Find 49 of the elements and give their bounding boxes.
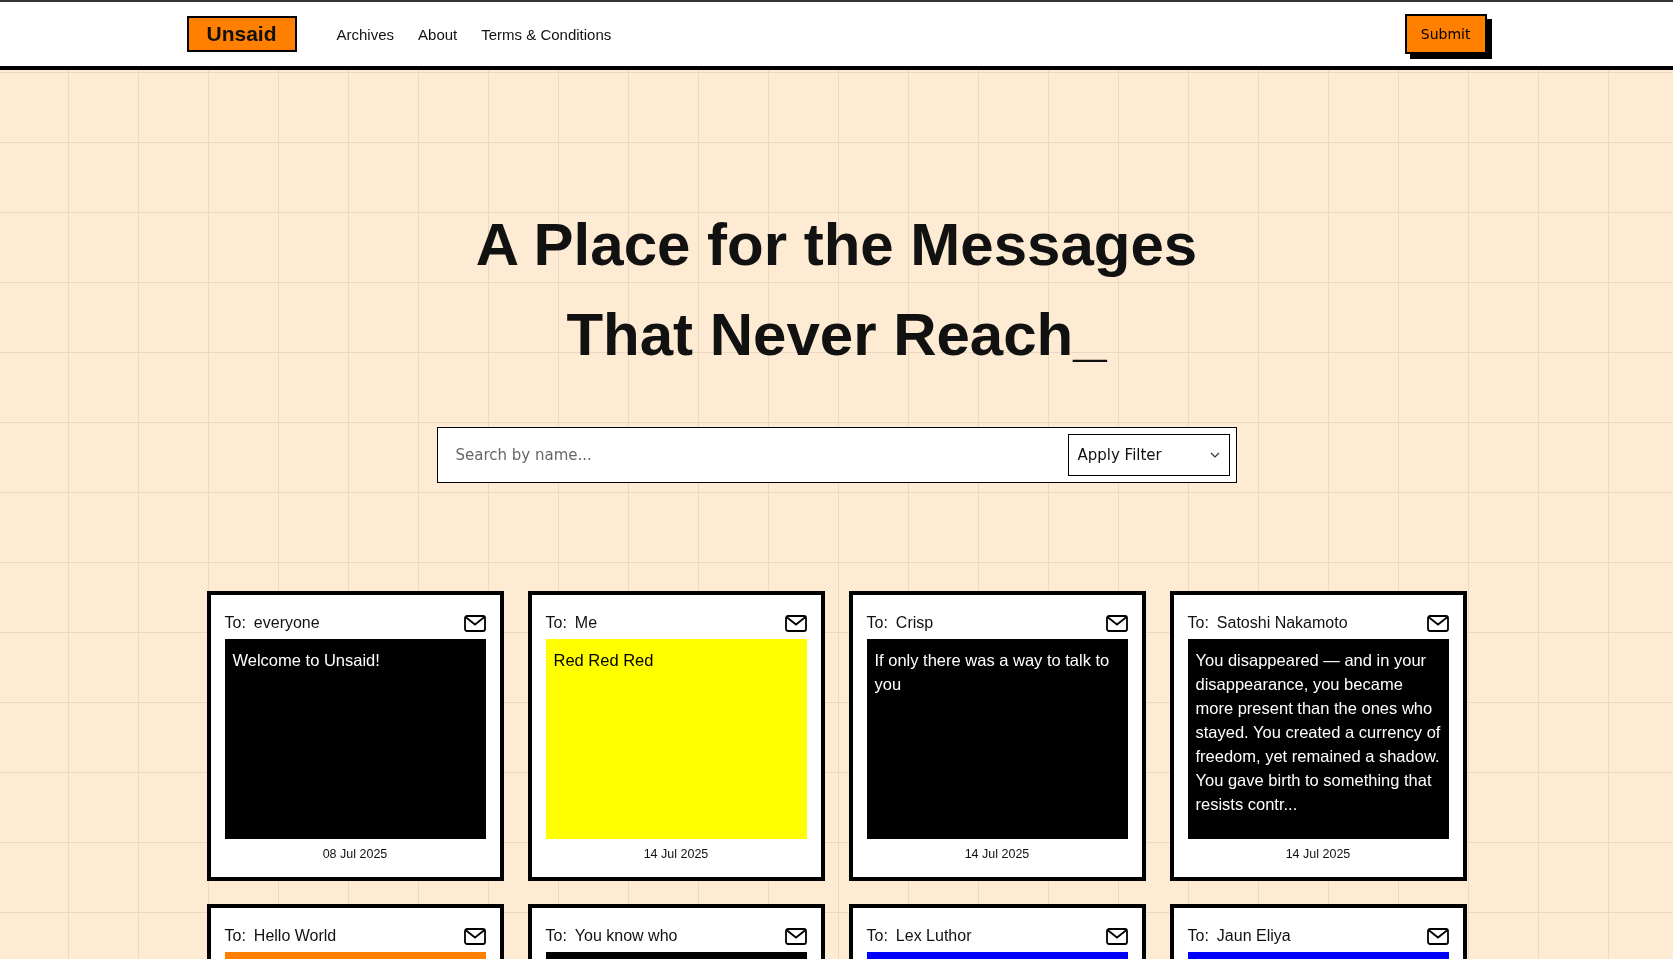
message-text: You disappeared — and in your disappearance, you became more present than the ones who stayed. You created a currency of freedom, yet remained a shadow. You gave birth to something that resists contr...: [1195, 651, 1441, 813]
message-card[interactable]: [1169, 591, 1467, 881]
to-label: To:: [1187, 927, 1209, 945]
message-date: 14 Jul 2025: [643, 847, 709, 861]
to-label: To:: [866, 614, 888, 632]
recipient-name: Crisp: [895, 614, 934, 632]
to-label: To:: [545, 614, 567, 632]
message-date: 08 Jul 2025: [322, 847, 388, 861]
to-label: To:: [224, 614, 246, 632]
message-card[interactable]: To: everyone Welcome to Unsaid! 08 Jul 2025: [206, 591, 504, 881]
envelope-icon: [1426, 927, 1449, 945]
recipient-name: Lex Luthor: [895, 927, 972, 945]
message-card[interactable]: To: Lex Luthor: [848, 904, 1146, 959]
message-date: 14 Jul 2025: [964, 847, 1030, 861]
message-card[interactable]: To: Crisp If only there was a way to talk to you 14 Jul 2025: [848, 591, 1146, 881]
message-card[interactable]: To: You know who: [527, 904, 825, 959]
recipient-name: Satoshi Nakamoto: [1216, 614, 1348, 632]
nav-link[interactable]: Archives: [336, 25, 395, 43]
envelope-icon: [1426, 614, 1449, 632]
hero-heading: That Never Reach_: [566, 300, 1107, 370]
envelope-icon: [463, 927, 486, 945]
recipient-name: Me: [574, 614, 598, 632]
logo[interactable]: Unsaid: [186, 16, 297, 52]
message-card[interactable]: To: Jaun Eliya: [1169, 904, 1467, 959]
to-label: To:: [866, 927, 888, 945]
envelope-icon: [1105, 614, 1128, 632]
message-text: Red Red Red: [553, 651, 654, 669]
filter-dropdown[interactable]: Apply Filter: [1067, 434, 1230, 476]
envelope-icon: [784, 614, 807, 632]
envelope-icon: [463, 614, 486, 632]
message-text: If only there was a way to talk to you: [874, 651, 1110, 693]
chevron-icon: [1209, 452, 1220, 458]
to-label: To:: [224, 927, 246, 945]
recipient-name: Jaun Eliya: [1216, 927, 1291, 945]
message-date: 14 Jul 2025: [1285, 847, 1351, 861]
recipient-name: Hello World: [253, 927, 337, 945]
nav-link[interactable]: Terms & Conditions: [481, 25, 612, 43]
search-field[interactable]: Search by name... Apply Filter: [436, 427, 1237, 483]
recipient-name: You know who: [574, 927, 678, 945]
to-label: To:: [545, 927, 567, 945]
envelope-icon: [1105, 927, 1128, 945]
message-text: Welcome to Unsaid!: [232, 651, 380, 669]
message-card[interactable]: To: Hello World: [206, 904, 504, 959]
envelope-icon: [784, 927, 807, 945]
nav-link[interactable]: About: [418, 25, 458, 43]
message-card[interactable]: To: Me Red Red Red 14 Jul 2025: [527, 591, 825, 881]
recipient-name: everyone: [253, 614, 320, 632]
to-label: To:: [1187, 614, 1209, 632]
hero-heading: A Place for the Messages: [475, 210, 1198, 280]
